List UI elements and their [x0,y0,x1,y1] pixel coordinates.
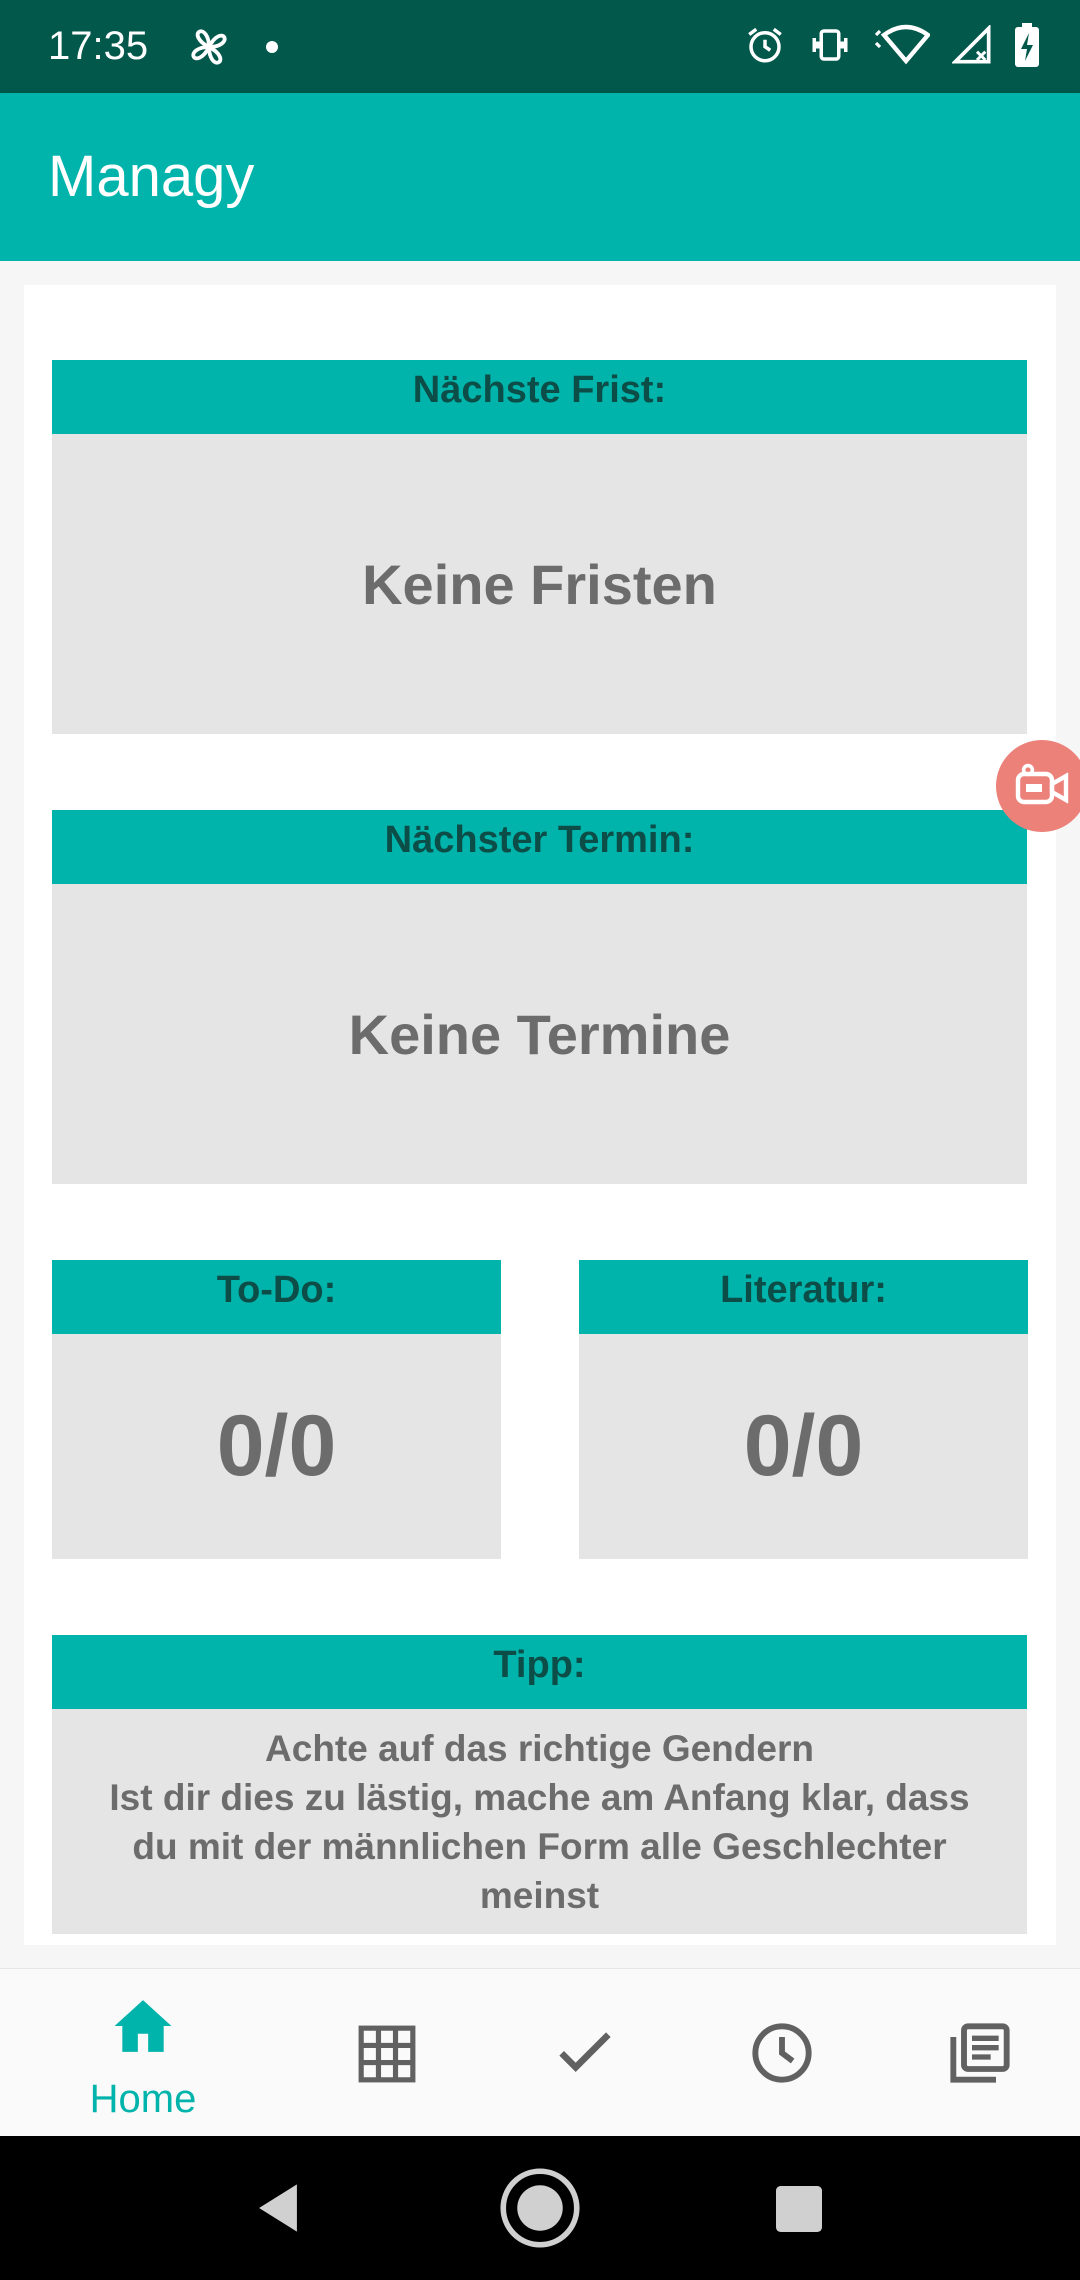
clock-icon [750,2021,814,2089]
battery-icon [1014,22,1040,71]
home-button-icon[interactable] [498,2166,582,2254]
appointment-panel[interactable]: Keine Termine [52,884,1027,1184]
literature-value: 0/0 [743,1398,864,1494]
tip-panel: Achte auf das richtige Gendern Ist dir d… [52,1709,1027,1934]
nav-literature[interactable] [880,1969,1080,2137]
deadline-panel[interactable]: Keine Fristen [52,434,1027,734]
todo-panel[interactable]: 0/0 [52,1334,501,1559]
status-time: 17:35 [48,24,149,68]
appointment-value: Keine Termine [348,1002,731,1066]
library-icon [948,2021,1012,2089]
vibrate-icon [808,24,852,70]
tip-line: du mit der männlichen Form alle Geschlec… [132,1825,947,1867]
home-icon [112,1997,174,2059]
tip-header: Tipp: [52,1635,1027,1709]
literature-panel[interactable]: 0/0 [579,1334,1028,1559]
nav-grid[interactable] [287,1969,487,2137]
nav-home-label: Home [89,2077,197,2121]
nav-tasks[interactable] [485,1969,685,2137]
dot-icon [266,0,278,93]
deadline-value: Keine Fristen [362,552,717,616]
check-icon [557,2027,613,2079]
wifi-icon [874,24,932,70]
todo-value: 0/0 [216,1398,337,1494]
tip-line: Achte auf das richtige Gendern [265,1727,814,1769]
tip-line: meinst [479,1874,600,1916]
back-icon[interactable] [254,2182,302,2238]
deadline-header: Nächste Frist: [52,360,1027,434]
recents-icon[interactable] [776,2186,822,2236]
nav-appointments[interactable] [682,1969,882,2137]
tip-line: Ist dir dies zu lästig, mache am Anfang … [109,1776,970,1818]
pinwheel-icon [186,0,232,93]
literature-header: Literatur: [579,1260,1028,1334]
status-bar: 17:35 [0,0,1080,93]
signal-icon [950,23,992,69]
nav-home[interactable]: Home [43,1969,243,2137]
app-title: Managy [48,144,255,209]
video-camera-icon [1014,761,1070,811]
appointment-header: Nächster Termin: [52,810,1027,884]
alarm-icon [744,24,786,70]
screen-record-button[interactable] [996,740,1080,832]
grid-icon [356,2023,418,2089]
system-navigation-bar [0,2136,1080,2280]
app-bar: Managy [0,93,1080,261]
todo-header: To-Do: [52,1260,501,1334]
bottom-navigation: Home [0,1968,1080,2137]
